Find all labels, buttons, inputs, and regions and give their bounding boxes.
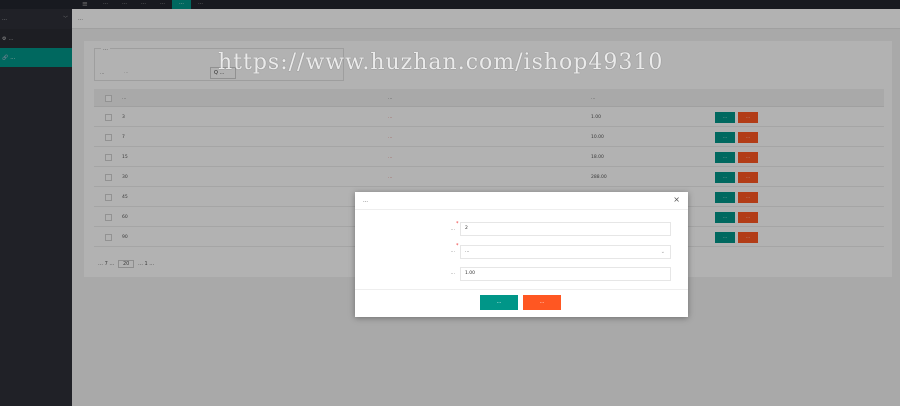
field-label: … [450,271,456,276]
edit-modal: … × … * 2 … * … ⌄ … 1.00 … … [355,192,688,317]
watermark: https://www.huzhan.com/ishop49310 [218,50,664,75]
save-button[interactable]: … [480,295,518,310]
amount-input[interactable]: 1.00 [460,267,671,281]
required-mark: * [456,221,459,227]
type-select[interactable]: … ⌄ [460,245,671,259]
modal-header: … × [355,192,688,210]
field-label: … [450,227,456,232]
type-select-value: … [465,249,470,254]
modal-footer-divider [355,289,688,290]
required-mark: * [456,243,459,249]
days-input[interactable]: 2 [460,222,671,236]
cancel-button[interactable]: … [523,295,561,310]
close-icon[interactable]: × [673,195,680,205]
modal-title: … [363,198,368,204]
field-label: … [450,249,456,254]
chevron-down-icon: ⌄ [660,249,665,255]
